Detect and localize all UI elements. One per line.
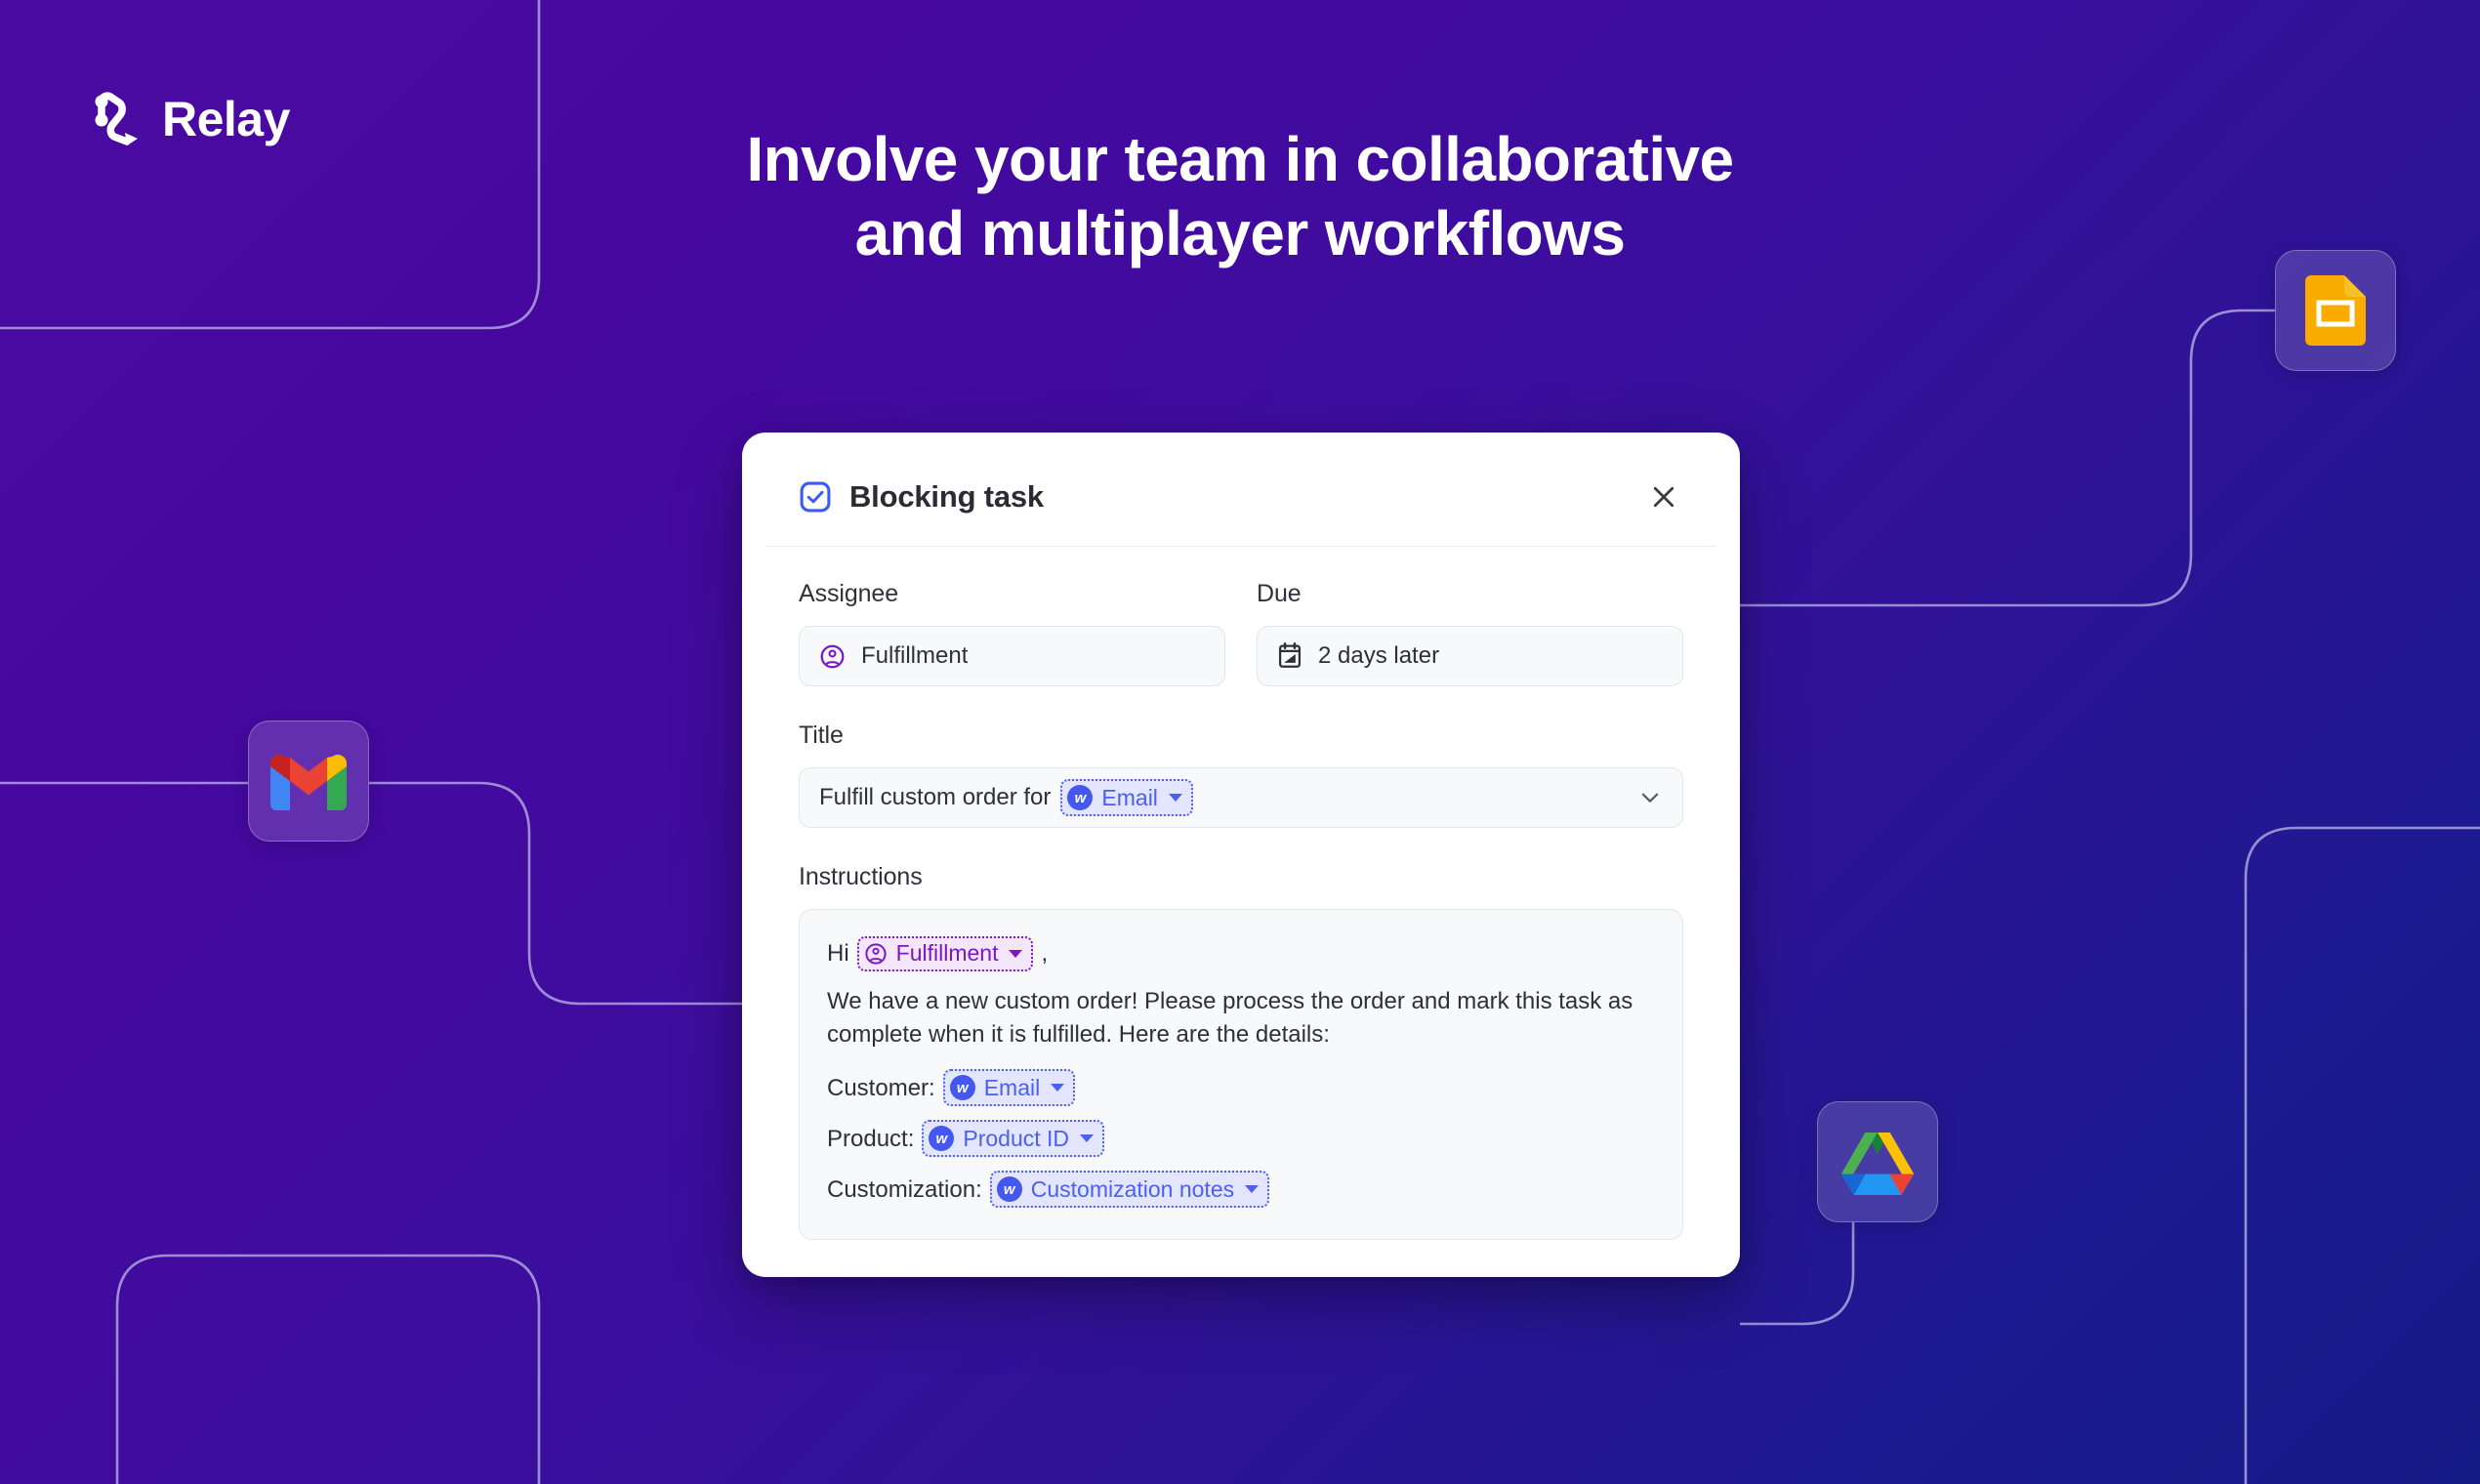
chevron-down-icon[interactable] — [1051, 1084, 1065, 1092]
chevron-down-icon[interactable] — [1009, 949, 1023, 958]
chevron-down-icon[interactable] — [1080, 1134, 1095, 1143]
title-prefix-text: Fulfill custom order for — [819, 784, 1052, 810]
connector-drive-in — [1740, 1222, 1855, 1326]
app-tile-google-drive — [1817, 1101, 1938, 1222]
instructions-field: Instructions Hi Fulfillment , We have a … — [799, 863, 1683, 1241]
dialog-body: Assignee Fulfillment Due 2 days later Ti… — [742, 547, 1740, 1241]
user-avatar-icon — [819, 643, 846, 670]
assignee-value: Fulfillment — [861, 642, 969, 669]
title-input[interactable]: Fulfill custom order for w Email — [799, 767, 1683, 828]
workflow-variable-avatar-icon: w — [929, 1126, 955, 1152]
close-x-glyph — [1653, 486, 1674, 508]
relay-arrow-logo-icon — [95, 92, 138, 145]
title-field-chevron-down-icon[interactable] — [1637, 785, 1663, 810]
instructions-label: Instructions — [799, 863, 923, 890]
instructions-detail-product: Product: w Product ID — [827, 1120, 1655, 1158]
page-headline: Involve your team in collaborative and m… — [459, 123, 2021, 270]
brand-name: Relay — [162, 92, 290, 146]
workflow-variable-avatar-icon: w — [996, 1176, 1022, 1203]
instructions-detail-customization: Customization: w Customization notes — [827, 1171, 1655, 1209]
token-label: Email — [983, 1074, 1041, 1100]
headline-line-2: and multiplayer workflows — [854, 197, 1626, 268]
instructions-greeting-line: Hi Fulfillment , — [827, 935, 1655, 971]
detail-label: Product: — [827, 1125, 915, 1152]
dialog-header: Blocking task — [742, 433, 1740, 546]
gmail-icon — [270, 755, 347, 810]
google-slides-icon — [2305, 275, 2366, 346]
due-label: Due — [1257, 580, 1302, 607]
due-value: 2 days later — [1318, 642, 1440, 669]
headline-line-1: Involve your team in collaborative — [746, 124, 1734, 194]
due-field: Due 2 days later — [1257, 580, 1683, 686]
instructions-paragraph: We have a new custom order! Please proce… — [827, 988, 1633, 1049]
title-input-content: Fulfill custom order for w Email — [819, 779, 1193, 816]
variable-token-product-id[interactable]: w Product ID — [922, 1120, 1105, 1158]
assignee-label: Assignee — [799, 580, 899, 607]
token-label: Email — [1101, 784, 1158, 810]
detail-label: Customer: — [827, 1074, 935, 1101]
greeting-suffix: , — [1041, 940, 1049, 967]
instructions-editor[interactable]: Hi Fulfillment , We have a new custom or… — [799, 909, 1683, 1241]
detail-label: Customization: — [827, 1175, 982, 1203]
app-tile-gmail — [248, 721, 369, 842]
greeting-prefix: Hi — [827, 940, 849, 967]
blocking-task-dialog: Blocking task Assignee Fulfillment Due 2… — [742, 433, 1740, 1278]
variable-token-email-title[interactable]: w Email — [1060, 779, 1193, 816]
due-input[interactable]: 2 days later — [1257, 626, 1683, 686]
dialog-title: Blocking task — [849, 479, 1044, 514]
connector-right-vertical — [2244, 826, 2480, 1484]
app-tile-google-slides — [2275, 250, 2396, 371]
instructions-detail-customer: Customer: w Email — [827, 1069, 1655, 1107]
connector-slides — [1740, 309, 2275, 607]
calendar-icon — [1277, 642, 1302, 670]
variable-token-email-customer[interactable]: w Email — [942, 1069, 1076, 1107]
chevron-down-icon[interactable] — [1245, 1185, 1260, 1194]
workflow-variable-avatar-icon: w — [1067, 785, 1094, 810]
dialog-title-group: Blocking task — [799, 479, 1044, 515]
brand-logo[interactable]: Relay — [90, 90, 290, 148]
token-label: Product ID — [963, 1125, 1070, 1151]
token-label: Fulfillment — [895, 940, 999, 967]
assignee-field: Assignee Fulfillment — [799, 580, 1225, 686]
assignee-due-row: Assignee Fulfillment Due 2 days later — [799, 580, 1683, 686]
connector-bottom-left — [115, 1254, 541, 1484]
connector-gmail-right — [369, 781, 742, 1006]
checkbox-check-icon — [800, 481, 831, 513]
title-label: Title — [799, 721, 844, 749]
title-field: Title Fulfill custom order for w Email — [799, 721, 1683, 828]
user-avatar-icon — [864, 942, 888, 966]
chevron-down-icon[interactable] — [1168, 794, 1182, 802]
workflow-variable-avatar-icon: w — [949, 1075, 975, 1101]
google-drive-icon — [1840, 1133, 1915, 1195]
token-label: Customization notes — [1030, 1175, 1235, 1202]
variable-token-customization-notes[interactable]: w Customization notes — [989, 1171, 1270, 1209]
assignee-input[interactable]: Fulfillment — [799, 626, 1225, 686]
variable-token-fulfillment[interactable]: Fulfillment — [856, 935, 1034, 971]
close-icon[interactable] — [1644, 477, 1683, 516]
